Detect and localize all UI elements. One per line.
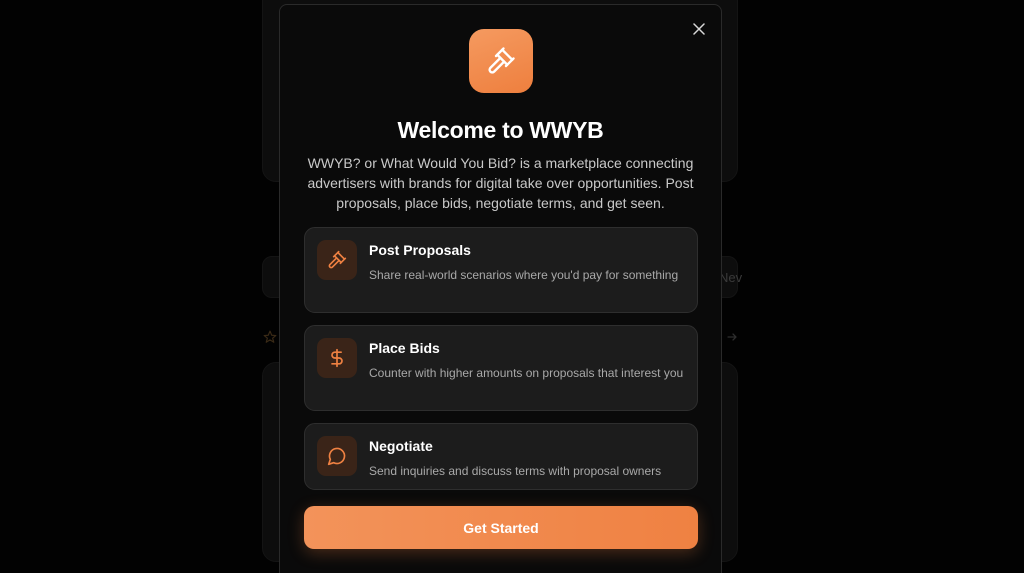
feature-icon-box: [317, 240, 357, 280]
feature-card-place-bids: Place Bids Counter with higher amounts o…: [304, 325, 698, 411]
close-icon: [693, 23, 705, 35]
gavel-icon: [488, 47, 515, 74]
app-logo: [469, 29, 533, 93]
star-icon: [263, 330, 277, 343]
background-tab-label: Nev: [719, 270, 743, 285]
feature-icon-box: [317, 436, 357, 476]
modal-title: Welcome to WWYB: [397, 117, 604, 143]
dollar-icon: [331, 348, 343, 368]
get-started-button[interactable]: Get Started: [304, 506, 698, 549]
gavel-icon: [328, 250, 347, 269]
arrow-right-icon: [727, 333, 737, 341]
chat-bubble-icon: [327, 447, 346, 466]
close-button[interactable]: [690, 20, 708, 38]
feature-description: Share real-world scenarios where you'd p…: [369, 268, 679, 282]
feature-title: Place Bids: [369, 340, 440, 356]
feature-card-post-proposals: Post Proposals Share real-world scenario…: [304, 227, 698, 313]
welcome-modal: Welcome to WWYB WWYB? or What Would You …: [279, 4, 722, 573]
feature-description: Counter with higher amounts on proposals…: [369, 366, 684, 380]
page: Nev Welcome to WWYB WWYB? or What Would …: [0, 0, 1024, 573]
feature-description: Send inquiries and discuss terms with pr…: [369, 464, 662, 478]
feature-title: Negotiate: [369, 438, 433, 454]
feature-card-negotiate: Negotiate Send inquiries and discuss ter…: [304, 423, 698, 490]
modal-description: WWYB? or What Would You Bid? is a market…: [307, 155, 694, 211]
feature-icon-box: [317, 338, 357, 378]
feature-title: Post Proposals: [369, 242, 471, 258]
